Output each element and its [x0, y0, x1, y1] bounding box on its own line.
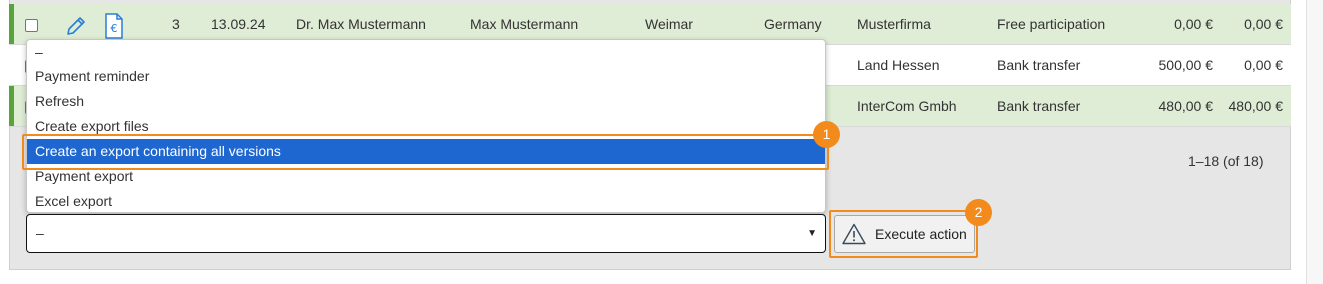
dropdown-option-empty[interactable]: – [27, 40, 825, 65]
invoice-euro-icon[interactable]: € [104, 13, 124, 39]
page-scrollbar[interactable] [1306, 0, 1323, 284]
dropdown-option-payment-reminder[interactable]: Payment reminder [27, 64, 825, 89]
dropdown-option-refresh[interactable]: Refresh [27, 89, 825, 114]
callout-highlight-2 [829, 210, 978, 258]
callout-badge-1: 1 [813, 121, 840, 148]
cell-paid: 0,00 € [1244, 57, 1283, 73]
cell-paid: 480,00 € [1228, 98, 1284, 114]
cell-amount: 480,00 € [1158, 98, 1214, 114]
cell-company: InterCom Gmbh [857, 98, 957, 114]
cell-payment-method: Bank transfer [997, 98, 1081, 114]
cell-amount: 500,00 € [1158, 57, 1214, 73]
svg-text:€: € [111, 22, 118, 35]
status-bar [9, 4, 14, 44]
cell-payment-method: Free participation [997, 16, 1106, 32]
cell-company: Musterfirma [857, 16, 931, 32]
cell-paid: 0,00 € [1244, 16, 1283, 32]
cell-amount: 0,00 € [1174, 16, 1213, 32]
dropdown-option-excel-export[interactable]: Excel export [27, 189, 825, 214]
chevron-down-icon: ▼ [807, 228, 817, 239]
callout-badge-2: 2 [965, 199, 992, 226]
pagination-summary: 1–18 (of 18) [1188, 153, 1264, 169]
pencil-icon[interactable] [64, 14, 88, 38]
action-select-value: – [36, 225, 44, 241]
action-dropdown-list[interactable]: – Payment reminder Refresh Create export… [26, 39, 826, 213]
cell-company: Land Hessen [857, 57, 940, 73]
cell-payment-method: Bank transfer [997, 57, 1081, 73]
action-select[interactable]: – ▼ [26, 214, 826, 253]
callout-highlight-1 [22, 134, 829, 170]
status-bar [9, 86, 14, 126]
row-checkbox[interactable] [25, 19, 38, 32]
